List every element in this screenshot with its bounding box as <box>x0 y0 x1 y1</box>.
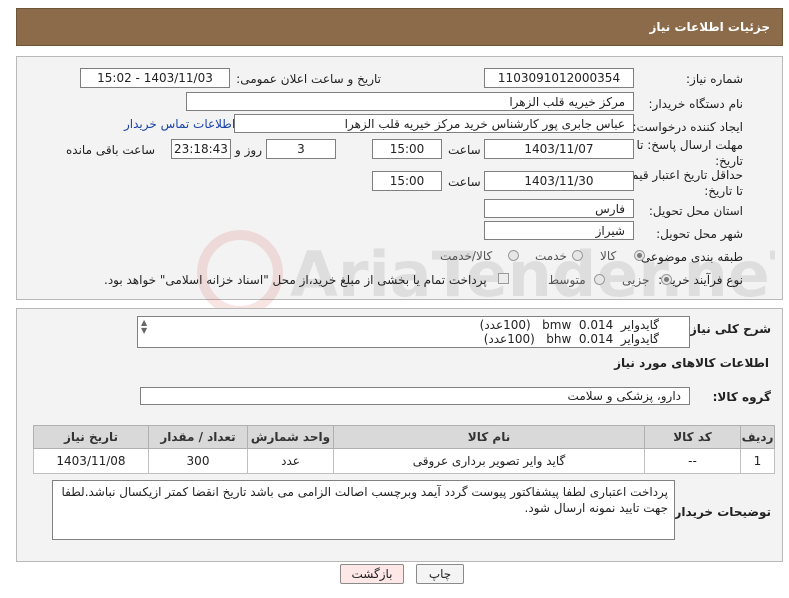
col-date-header: تاریخ نیاز <box>33 425 149 449</box>
price-time-field: 15:00 <box>372 171 442 191</box>
col-row-header: ردیف <box>740 425 775 449</box>
cell-date: 1403/11/08 <box>33 448 149 474</box>
province-field: فارس <box>484 199 634 218</box>
process-radio-medium[interactable] <box>594 274 605 285</box>
table-row: 1 -- گاید وایر تصویر برداری عروقی عدد 30… <box>33 448 775 474</box>
creator-label: ایجاد کننده درخواست: <box>632 120 743 134</box>
category-option-goods: کالا <box>600 249 617 263</box>
category-radio-goods-service[interactable] <box>508 250 519 261</box>
days-remaining-field: 3 <box>266 139 336 159</box>
cell-name: گاید وایر تصویر برداری عروقی <box>333 448 645 474</box>
col-name-header: نام کالا <box>333 425 645 449</box>
time-remaining-field: 23:18:43 <box>171 139 231 159</box>
buyer-org-label: نام دستگاه خریدار: <box>648 97 744 111</box>
province-label: استان محل تحویل: <box>648 204 743 218</box>
goods-section-title: اطلاعات کالاهای مورد نیاز <box>614 356 769 370</box>
treasury-payment-note: پرداخت تمام یا بخشی از مبلغ خرید،از محل … <box>104 273 487 287</box>
treasury-payment-checkbox[interactable] <box>498 273 509 284</box>
reply-deadline-label: مهلت ارسال پاسخ: تا تاریخ: <box>636 138 743 168</box>
remaining-label: ساعت باقی مانده <box>66 143 156 157</box>
need-number-label: شماره نیاز: <box>686 72 743 86</box>
creator-field: عباس جابری پور کارشناس خرید مرکز خیریه ق… <box>234 114 634 133</box>
buyer-notes-textarea[interactable]: پرداخت اعتباری لطفا پیشفاکتور پیوست گردد… <box>52 480 675 540</box>
city-label: شهر محل تحویل: <box>656 227 743 241</box>
reply-time-field: 15:00 <box>372 139 442 159</box>
page-header: جزئیات اطلاعات نیاز <box>16 8 783 46</box>
category-option-goods-service: کالا/خدمت <box>440 249 493 263</box>
reply-date-field: 1403/11/07 <box>484 139 634 159</box>
category-label: طبقه بندی موضوعی: <box>636 250 743 264</box>
print-button[interactable]: چاپ <box>416 564 464 584</box>
price-date-field: 1403/11/30 <box>484 171 634 191</box>
buyer-notes-label: توضیحات خریدار: <box>669 505 771 519</box>
announce-label: تاریخ و ساعت اعلان عمومی: <box>236 72 381 86</box>
process-option-partial: جزیی <box>622 273 650 287</box>
col-qty-header: تعداد / مقدار <box>148 425 248 449</box>
scroll-arrows-icon[interactable]: ▲ ▼ <box>141 319 147 335</box>
cell-unit: عدد <box>247 448 334 474</box>
city-field: شیراز <box>484 221 634 240</box>
announce-datetime-field: 1403/11/03 - 15:02 <box>80 68 230 88</box>
category-radio-service[interactable] <box>572 250 583 261</box>
category-option-service: خدمت <box>535 249 567 263</box>
col-code-header: کد کالا <box>644 425 741 449</box>
buyer-org-field: مرکز خیریه قلب الزهرا <box>186 92 634 111</box>
back-button[interactable]: بازگشت <box>340 564 404 584</box>
summary-label: شرح کلی نیاز: <box>685 322 771 336</box>
summary-textarea[interactable]: گایدوایر bmw 0.014 (100عدد) گایدوایر bhw… <box>137 316 690 348</box>
page-title: جزئیات اطلاعات نیاز <box>649 20 770 34</box>
goods-group-label: گروه کالا: <box>712 390 771 404</box>
table-header-row: ردیف کد کالا نام کالا واحد شمارش تعداد /… <box>33 425 775 449</box>
days-label: روز و <box>235 143 262 157</box>
buyer-notes-text: پرداخت اعتباری لطفا پیشفاکتور پیوست گردد… <box>61 485 668 515</box>
col-unit-header: واحد شمارش <box>247 425 334 449</box>
category-radio-goods[interactable] <box>634 250 645 261</box>
process-option-medium: متوسط <box>548 273 586 287</box>
cell-qty: 300 <box>148 448 248 474</box>
reply-time-label: ساعت <box>448 143 481 157</box>
cell-row: 1 <box>740 448 775 474</box>
need-number-field: 1103091012000354 <box>484 68 634 88</box>
cell-code: -- <box>644 448 741 474</box>
summary-line-2: گایدوایر bhw 0.014 (100عدد) <box>483 332 659 346</box>
summary-line-1: گایدوایر bmw 0.014 (100عدد) <box>479 318 659 332</box>
process-radio-partial[interactable] <box>661 274 672 285</box>
goods-table: ردیف کد کالا نام کالا واحد شمارش تعداد /… <box>33 425 775 474</box>
goods-group-field: دارو، پزشکی و سلامت <box>140 387 690 405</box>
buyer-contact-link[interactable]: اطلاعات تماس خریدار <box>124 117 235 131</box>
price-time-label: ساعت <box>448 175 481 189</box>
